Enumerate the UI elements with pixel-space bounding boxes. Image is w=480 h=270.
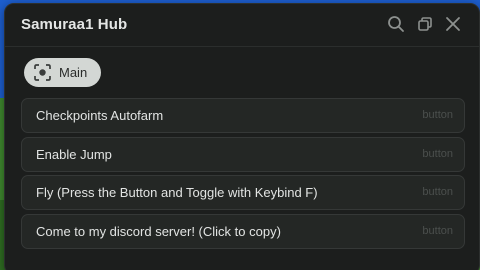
hub-window: Samuraa1 Hub Main Checkpoints Autofarm b… [4,3,480,270]
button-label: Checkpoints Autofarm [36,108,164,123]
tab-main-label: Main [59,65,88,80]
enable-jump-button[interactable]: Enable Jump button [21,137,465,172]
button-label: Fly (Press the Button and Toggle with Ke… [36,185,318,200]
minimize-icon[interactable] [415,14,435,34]
checkpoints-autofarm-button[interactable]: Checkpoints Autofarm button [21,98,465,133]
search-icon[interactable] [386,14,406,34]
button-type-hint: button [422,109,453,121]
fly-button[interactable]: Fly (Press the Button and Toggle with Ke… [21,175,465,210]
button-label: Enable Jump [36,147,112,162]
discord-server-button[interactable]: Come to my discord server! (Click to cop… [21,214,465,249]
close-icon[interactable] [443,14,463,34]
button-type-hint: button [422,148,453,160]
scan-icon [33,63,52,82]
window-titlebar[interactable]: Samuraa1 Hub [5,4,479,47]
window-title: Samuraa1 Hub [21,16,128,33]
button-type-hint: button [422,186,453,198]
button-label: Come to my discord server! (Click to cop… [36,224,281,239]
tab-main[interactable]: Main [24,58,101,87]
button-type-hint: button [422,225,453,237]
